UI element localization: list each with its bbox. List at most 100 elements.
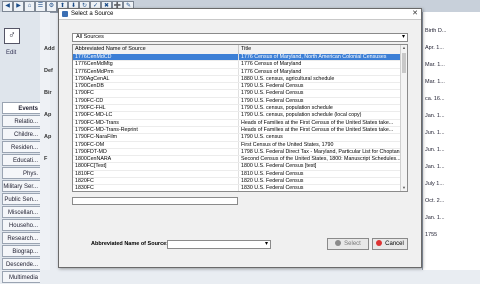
vertical-scrollbar[interactable]: ▲ ▼ xyxy=(400,45,407,191)
abbreviated-name-cell: 1800CenNARA xyxy=(75,156,112,163)
abbreviated-name-cell: 1810FC xyxy=(75,170,94,177)
abbreviated-name-label: Abbreviated Name of Source: xyxy=(91,241,169,247)
abbreviated-name-cell: 1790FC-NaraFilm xyxy=(75,134,118,141)
table-row[interactable]: 1810FC 1810 U.S. Federal Census xyxy=(73,170,406,179)
abbreviated-name-cell: 1790FDT-MD xyxy=(75,148,107,155)
field-label: Add xyxy=(44,46,55,52)
title-cell: 1776 Census of Maryland, North American … xyxy=(238,54,406,61)
field-label: Def xyxy=(44,68,53,74)
event-date-cell: July 1... xyxy=(425,181,444,187)
close-icon[interactable]: ✕ xyxy=(412,9,418,19)
search-input[interactable] xyxy=(72,197,238,205)
event-date-cell: Jan. 1... xyxy=(425,215,445,221)
table-row[interactable]: 1790FDT-MD 1798 U.S. Federal Direct Tax -… xyxy=(73,148,406,157)
abbreviated-name-cell: 1790FC-MD-Trans-Reprint xyxy=(75,126,138,133)
event-date-cell: Jun. 1... xyxy=(425,130,445,136)
app-sidebar: ♂ Edit Events Relatio... Childre... Residen… xyxy=(0,12,41,283)
sidebar-tab[interactable]: Multimedia xyxy=(2,271,40,283)
table-row[interactable]: 1790FC-MD-Trans Heads of Families at the … xyxy=(73,119,406,127)
table-row[interactable]: 1776CenMdCD 1776 Census of Maryland, Nort… xyxy=(73,54,406,62)
title-cell: 1790 U.S. Federal Census xyxy=(238,83,406,90)
abbreviated-name-cell: 1776CenMdPrm xyxy=(75,68,114,75)
table-row[interactable]: 1800FC[Test] 1800 U.S. Federal Census [te… xyxy=(73,163,403,171)
title-cell: Second Census of the United States, 1800… xyxy=(238,156,406,163)
sidebar-tab[interactable]: Childre... xyxy=(2,128,40,140)
event-date-cell: 1755 xyxy=(425,232,438,238)
table-row[interactable]: 1790FC-MD-Trans-Reprint Heads of Families… xyxy=(73,126,403,135)
sidebar-tab[interactable]: Miscellan... xyxy=(2,206,40,218)
event-date-cell: Birth D... xyxy=(425,28,447,34)
scroll-up-icon[interactable]: ▲ xyxy=(401,45,407,51)
title-cell: 1830 U.S. Federal Census xyxy=(238,185,406,191)
sidebar-tab[interactable]: Phys. Descr... xyxy=(2,167,40,189)
source-filter-select[interactable]: All Sources ▾ xyxy=(72,33,408,42)
chevron-down-icon: ▾ xyxy=(264,241,268,247)
toolbar-button[interactable]: ▶ xyxy=(13,1,24,12)
table-row[interactable]: 1776CenMdMtg 1776 Census of Maryland xyxy=(73,61,403,69)
sidebar-tab[interactable]: Military Ser... xyxy=(2,180,40,192)
field-label: Bir xyxy=(44,90,52,96)
title-cell: 1776 Census of Maryland xyxy=(238,68,406,75)
sidebar-tab[interactable]: Public Sen... xyxy=(2,193,40,205)
table-row[interactable]: 1790FC-OM First Census of the United Stat… xyxy=(73,141,403,149)
column-header-abbreviated[interactable]: Abbreviated Name of Source xyxy=(73,45,146,54)
cancel-button[interactable]: Cancel xyxy=(372,238,408,250)
abbreviated-name-cell: 1776CenMdMtg xyxy=(75,61,113,68)
sidebar-tab[interactable]: Events xyxy=(2,102,40,114)
sidebar-tab[interactable]: Educati... xyxy=(2,154,40,166)
abbreviated-name-cell: 1790FC xyxy=(75,90,94,97)
table-row[interactable]: 1790AgCenAL 1880 U.S. census, agricultura… xyxy=(73,75,403,84)
abbreviated-name-cell: 1790FC-MD-LC xyxy=(75,112,113,119)
event-date-cell: Jan. 1... xyxy=(425,113,445,119)
toolbar-button[interactable]: ⚙ xyxy=(46,1,57,12)
event-date-cell: Mar. 1... xyxy=(425,79,445,85)
event-date-cell: Apr. 1... xyxy=(425,45,444,51)
table-row[interactable]: 1790FC-NaraFilm 1790 U.S. census xyxy=(73,134,406,142)
title-cell: 1790 U.S. Federal Census xyxy=(238,97,406,105)
event-date-cell: Jun. 1... xyxy=(425,147,445,153)
scroll-down-icon[interactable]: ▼ xyxy=(401,185,407,191)
abbreviated-name-cell: 1820FC xyxy=(75,178,94,185)
sidebar-tab[interactable]: Relatio... xyxy=(2,115,40,127)
abbreviated-name-cell: 1790FC-MD-Trans xyxy=(75,119,119,126)
table-row[interactable]: 1776CenMdPrm 1776 Census of Maryland xyxy=(73,68,406,76)
table-row[interactable]: 1790FC 1790 U.S. Federal Census xyxy=(73,90,406,98)
toolbar-button[interactable]: ☰ xyxy=(35,1,46,12)
table-row[interactable]: 1790FC-CD 1790 U.S. Federal Census xyxy=(73,97,406,106)
select-source-dialog: Select a Source ✕ All Sources ▾ Abbrevia… xyxy=(58,8,422,268)
table-row[interactable]: 1800CenNARA Second Census of the United S… xyxy=(73,156,406,164)
sidebar-tab[interactable]: Descende... xyxy=(2,258,40,270)
table-row[interactable]: 1790FC-MD-LC 1790 U.S. census, population… xyxy=(73,112,403,120)
abbreviated-name-cell: 1790FC-CD xyxy=(75,97,104,104)
edit-label: Edit xyxy=(6,50,17,56)
table-row[interactable]: 1820FC 1820 U.S. Federal Census xyxy=(73,178,406,186)
event-date-cell: Mar. 1... xyxy=(425,62,445,68)
table-row[interactable]: 1790CenDB 1790 U.S. Federal Census xyxy=(73,83,406,91)
sidebar-tab[interactable]: Residen... xyxy=(2,141,40,153)
select-icon xyxy=(335,240,342,247)
title-cell: Heads of Families at the First Census of… xyxy=(238,119,406,126)
table-row[interactable]: 1830FC 1830 U.S. Federal Census xyxy=(73,185,406,191)
abbreviated-name-select[interactable]: ▾ xyxy=(167,240,271,249)
title-cell: 1820 U.S. Federal Census xyxy=(238,178,406,185)
abbreviated-name-cell: 1790FC-FHL xyxy=(75,105,106,112)
table-row[interactable]: 1790FC-FHL 1790 U.S. census, population s… xyxy=(73,105,403,113)
sidebar-tab[interactable]: Househo... xyxy=(2,219,40,231)
toolbar-button[interactable]: ◀ xyxy=(2,1,13,12)
person-icon[interactable]: ♂ xyxy=(4,28,20,44)
event-date-cell: ca. 16... xyxy=(425,96,445,102)
abbreviated-name-cell: 1790CenDB xyxy=(75,83,104,90)
title-cell: 1810 U.S. Federal Census xyxy=(238,170,406,178)
field-label: Ap xyxy=(44,134,52,140)
title-cell: 1790 U.S. Federal Census xyxy=(238,90,406,97)
abbreviated-name-cell: 1790FC-OM xyxy=(75,141,105,148)
column-header-title[interactable]: Title xyxy=(238,45,251,54)
scrollbar-thumb[interactable] xyxy=(402,53,406,73)
table-rows: 1776CenMdCD 1776 Census of Maryland, Nort… xyxy=(73,54,406,191)
sidebar-tab[interactable]: Biograp... xyxy=(2,245,40,257)
dialog-title: Select a Source xyxy=(71,11,114,17)
sidebar-tab[interactable]: Research... xyxy=(2,232,40,244)
title-cell: 1790 U.S. census xyxy=(238,134,406,141)
toolbar-button[interactable]: ⌂ xyxy=(24,1,35,12)
select-button[interactable]: Select xyxy=(327,238,369,250)
